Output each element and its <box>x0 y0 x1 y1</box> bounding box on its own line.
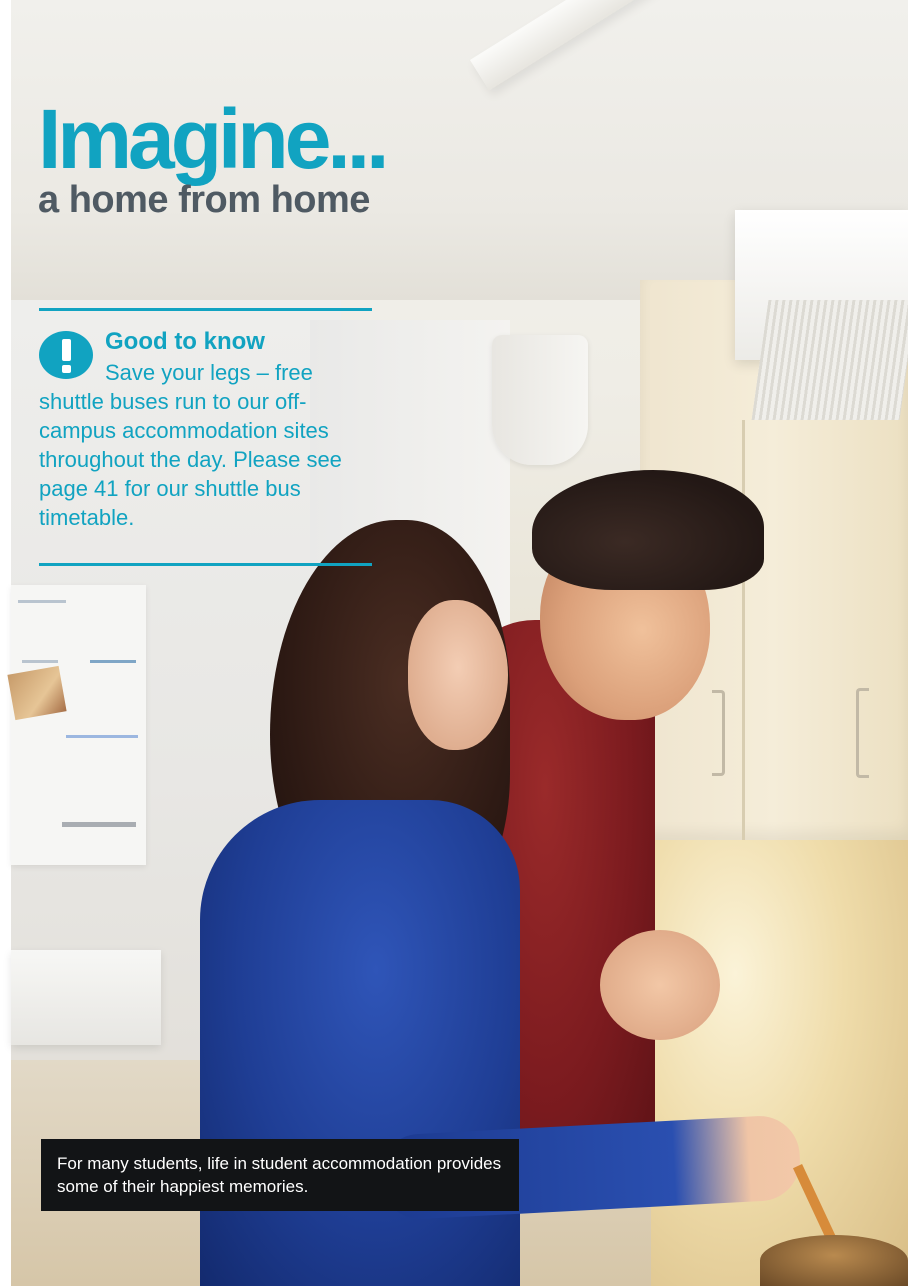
info-box-body: Save your legs – free shuttle buses run … <box>39 358 379 532</box>
photo-cabinet-split <box>742 420 745 840</box>
photo-notice <box>90 660 136 663</box>
photo-woman-face <box>408 600 508 750</box>
photo-pan <box>760 1235 908 1286</box>
photo-pinned-picture <box>7 665 67 721</box>
info-box-text: Save your legs – free shuttle buses run … <box>39 360 342 530</box>
photo-caption: For many students, life in student accom… <box>57 1154 502 1196</box>
photo-man-hands <box>600 930 720 1040</box>
photo-radiator <box>11 950 161 1045</box>
photo-notice <box>62 822 136 827</box>
info-box-title: Good to know <box>105 328 265 355</box>
photo-pipe-box <box>492 335 588 465</box>
photo-counter <box>620 840 908 1286</box>
photo-notice <box>22 660 58 663</box>
photo-cabinet-handle <box>712 690 725 776</box>
photo-notice <box>66 735 138 738</box>
brochure-page: Imagine... a home from home Good to know… <box>0 0 908 1286</box>
photo-man-hair <box>532 470 764 590</box>
photo-notice <box>18 600 66 603</box>
photo-cabinet-handle <box>856 688 869 778</box>
page-margin <box>0 0 11 1286</box>
photo-hood-vent <box>751 300 908 420</box>
info-box-top-rule <box>39 308 372 311</box>
page-title: Imagine... <box>38 92 389 186</box>
page-subtitle: a home from home <box>38 179 370 221</box>
info-box-bottom-rule <box>39 563 372 566</box>
